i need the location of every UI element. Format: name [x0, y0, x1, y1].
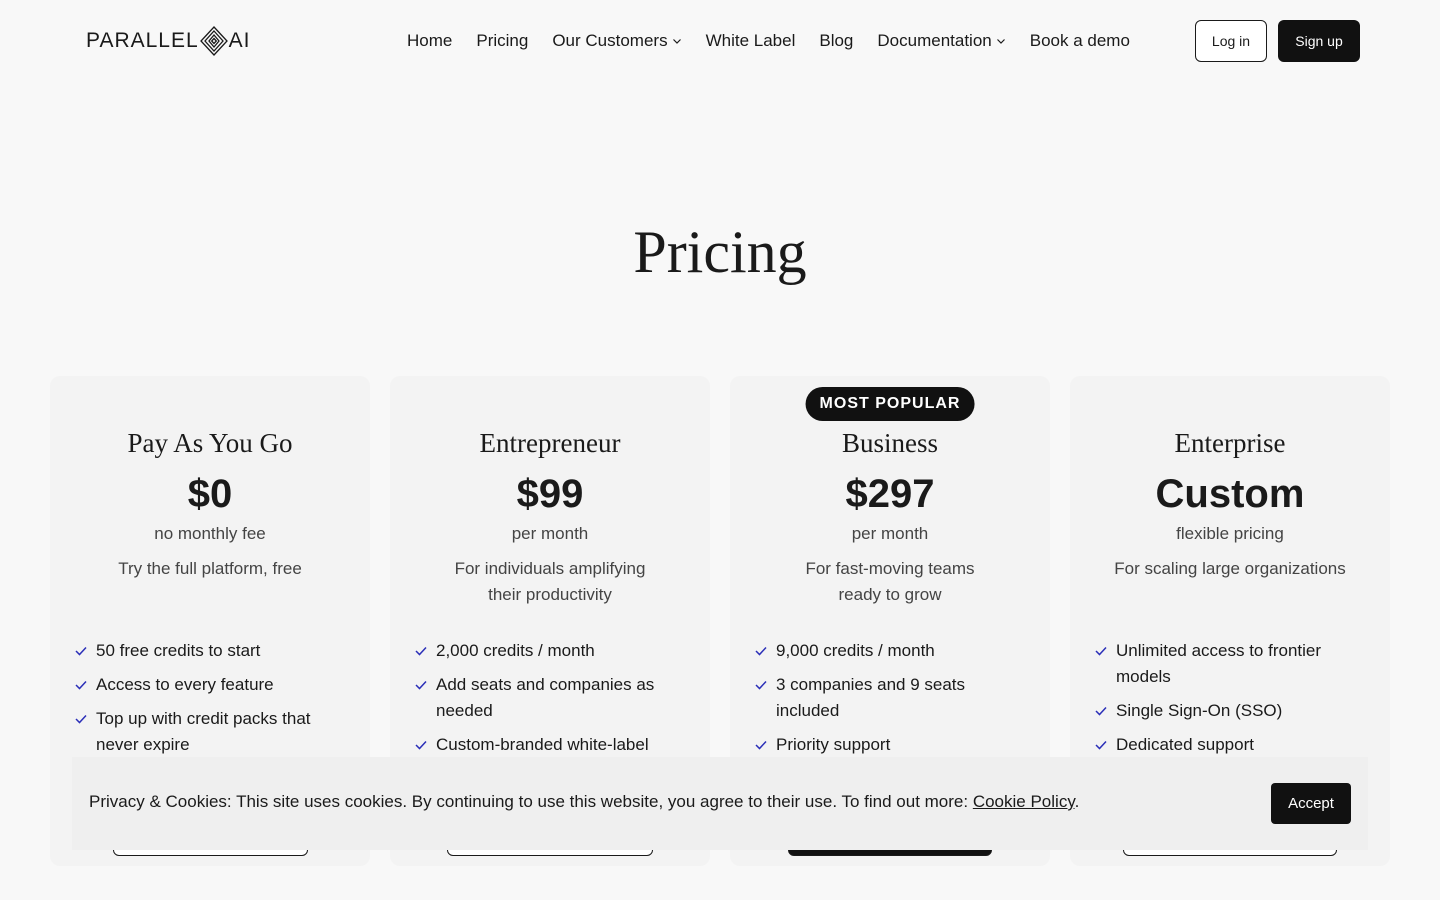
feature-text: 2,000 credits / month — [436, 641, 595, 660]
check-icon — [1095, 740, 1107, 750]
feature-item: Dedicated support — [1094, 732, 1354, 758]
check-icon — [415, 680, 427, 690]
nav-home[interactable]: Home — [407, 31, 452, 51]
plan-description: For individuals amplifying their product… — [454, 559, 646, 604]
feature-item: Custom-branded white-label — [414, 732, 674, 758]
feature-list: Unlimited access to frontier models Sing… — [1094, 638, 1354, 766]
feature-text: Custom-branded white-label — [436, 735, 649, 754]
check-icon — [415, 646, 427, 656]
logo-text-right: AI — [228, 29, 251, 52]
feature-item: Single Sign-On (SSO) — [1094, 698, 1354, 724]
chevron-down-icon — [996, 39, 1005, 44]
plan-period: no monthly fee — [154, 524, 266, 543]
feature-list: 9,000 credits / month 3 companies and 9 … — [754, 638, 1014, 766]
plan-period: flexible pricing — [1176, 524, 1284, 543]
feature-text: Dedicated support — [1116, 735, 1254, 754]
cookie-banner: Privacy & Cookies: This site uses cookie… — [72, 757, 1368, 850]
site-header: PARALLEL AI Home Pricing Our Customers W… — [0, 0, 1440, 82]
feature-list: 50 free credits to start Access to every… — [74, 638, 334, 766]
main-nav: Home Pricing Our Customers White Label B… — [395, 20, 1142, 62]
plan-period: per month — [851, 524, 929, 543]
feature-item: 9,000 credits / month — [754, 638, 1014, 664]
check-icon — [75, 680, 87, 690]
nav-label: Home — [407, 31, 453, 50]
feature-text: Priority support — [776, 735, 891, 754]
feature-item: 2,000 credits / month — [414, 638, 674, 664]
feature-item: Unlimited access to frontier models — [1094, 638, 1354, 690]
feature-text: Add seats and companies as needed — [436, 675, 655, 720]
diamond-logo-icon — [199, 26, 228, 56]
nav-our-customers[interactable]: Our Customers — [552, 31, 681, 51]
feature-item: Add seats and companies as needed — [414, 672, 674, 724]
plan-name: Pay As You Go — [127, 428, 293, 458]
chevron-down-icon — [672, 39, 681, 44]
plan-description: Try the full platform, free — [118, 559, 302, 578]
check-icon — [1095, 646, 1107, 656]
nav-label: Documentation — [877, 31, 992, 50]
nav-blog[interactable]: Blog — [819, 31, 853, 51]
feature-item: Priority support — [754, 732, 1014, 758]
check-icon — [75, 646, 87, 656]
check-icon — [415, 740, 427, 750]
nav-label: White Label — [705, 31, 796, 50]
plan-price: $0 — [187, 472, 233, 516]
nav-label: Our Customers — [552, 31, 668, 50]
plan-description: For scaling large organizations — [1114, 559, 1346, 578]
feature-text: Single Sign-On (SSO) — [1116, 701, 1283, 720]
feature-item: Access to every feature — [74, 672, 334, 698]
feature-text: Top up with credit packs that never expi… — [96, 709, 311, 754]
login-button[interactable]: Log in — [1195, 20, 1267, 62]
accept-cookies-button[interactable]: Accept — [1271, 783, 1351, 824]
cookie-message: Privacy & Cookies: This site uses cookie… — [89, 792, 1079, 812]
most-popular-badge: MOST POPULAR — [805, 387, 975, 421]
signup-button[interactable]: Sign up — [1278, 20, 1360, 62]
nav-book-a-demo[interactable]: Book a demo — [1030, 31, 1130, 51]
plan-price: $99 — [516, 472, 584, 516]
nav-label: Book a demo — [1029, 31, 1130, 50]
feature-text: 50 free credits to start — [96, 641, 261, 660]
nav-pricing[interactable]: Pricing — [476, 31, 528, 51]
feature-item: 3 companies and 9 seats included — [754, 672, 1014, 724]
nav-label: Pricing — [476, 31, 529, 50]
cookie-text: Privacy & Cookies: This site uses cookie… — [89, 792, 973, 811]
check-icon — [755, 740, 767, 750]
plan-name: Business — [841, 428, 939, 458]
logo[interactable]: PARALLEL AI — [86, 26, 251, 56]
logo-text-left: PARALLEL — [86, 29, 199, 52]
page-title: Pricing — [633, 219, 807, 285]
feature-list: 2,000 credits / month Add seats and comp… — [414, 638, 674, 766]
feature-text: Unlimited access to frontier models — [1116, 641, 1322, 686]
plan-description: For fast-moving teams ready to grow — [805, 559, 975, 604]
check-icon — [75, 714, 87, 724]
feature-item: Top up with credit packs that never expi… — [74, 706, 334, 758]
plan-price: Custom — [1155, 472, 1305, 516]
cookie-text-end: . — [1074, 792, 1080, 811]
plan-price: $297 — [845, 472, 935, 516]
feature-item: 50 free credits to start — [74, 638, 334, 664]
feature-text: 9,000 credits / month — [776, 641, 935, 660]
plan-name: Entrepreneur — [479, 428, 621, 458]
plan-period: per month — [511, 524, 589, 543]
nav-documentation[interactable]: Documentation — [877, 31, 1005, 51]
feature-text: 3 companies and 9 seats included — [776, 675, 966, 720]
check-icon — [755, 680, 767, 690]
check-icon — [1095, 706, 1107, 716]
plan-name: Enterprise — [1174, 428, 1286, 458]
cookie-policy-link[interactable]: Cookie Policy — [973, 792, 1075, 811]
feature-text: Access to every feature — [96, 675, 274, 694]
check-icon — [755, 646, 767, 656]
nav-white-label[interactable]: White Label — [706, 31, 796, 51]
nav-label: Blog — [819, 31, 854, 50]
